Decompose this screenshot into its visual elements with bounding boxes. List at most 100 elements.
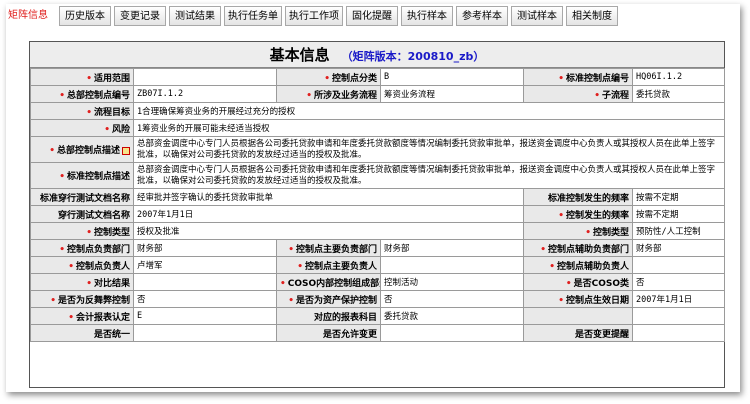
process-goal-value: 1合理确保筹资业务的开展经过充分的授权 xyxy=(133,102,725,120)
table-row: • 控制类型 授权及批准 • 控制类型 预防性/人工控制 xyxy=(30,222,725,240)
anti-fraud-value: 否 xyxy=(133,290,277,308)
table-row: • 是否为反舞弊控制 否 • 是否为资产保护控制 否 • 控制点生效日期 2007年1… xyxy=(30,290,725,308)
coso-component-label: • COSO内部控制组成部分 xyxy=(276,273,381,291)
tab-change-log[interactable]: 变更记录 xyxy=(114,6,166,26)
table-row: 穿行测试文档名称 2007年1月1日 • 控制发生的频率 按需不定期 xyxy=(30,205,725,223)
applicable-scope-value xyxy=(133,68,277,86)
empty-label-cell xyxy=(523,307,633,325)
control-type-label: • 控制类型 xyxy=(30,222,134,240)
main-resp-person-label: • 控制点主要负责人 xyxy=(276,256,381,274)
assist-resp-person-value xyxy=(632,256,725,274)
main-resp-dept-value: 财务部 xyxy=(380,239,524,257)
responsible-dept-label: • 控制点负责部门 xyxy=(30,239,134,257)
tab-bar: 矩阵信息 历史版本 变更记录 测试结果 执行任务单 执行工作项 固化提醒 执行样… xyxy=(6,4,740,30)
table-row: • 风险 1筹资业务的开展可能未经适当授权 xyxy=(30,119,725,137)
table-row: • 总部控制点编号 ZB07I.1.2 • 所涉及业务流程 筹资业务流程 • 子流程 … xyxy=(30,85,725,103)
effective-date-label: • 控制点生效日期 xyxy=(523,290,633,308)
allow-change-value xyxy=(380,324,524,342)
tab-matrix-info[interactable]: 矩阵信息 xyxy=(6,6,50,26)
statement-subject-value: 委托贷款 xyxy=(380,307,524,325)
table-row: 标准穿行测试文档名称 经审批并签字确认的委托贷款审批单 标准控制发生的频率 按需… xyxy=(30,188,725,206)
table-row: 是否统一 是否允许变更 是否变更提醒 xyxy=(30,324,725,342)
hq-control-desc-value: 总部资金调度中心专门人员根据各公司委托贷款申请和年度委托贷款额度等情况编制委托贷… xyxy=(133,136,725,163)
applicable-scope-label: • 适用范围 xyxy=(30,68,134,86)
comparison-result-label: • 对比结果 xyxy=(30,273,134,291)
responsible-person-label: • 控制点负责人 xyxy=(30,256,134,274)
std-control-code-label: • 标准控制点编号 xyxy=(523,68,633,86)
control-freq-label: • 控制发生的频率 xyxy=(523,205,633,223)
hq-control-code-label: • 总部控制点编号 xyxy=(30,85,134,103)
table-row: • 会计报表认定 E 对应的报表科目 委托贷款 xyxy=(30,307,725,325)
tab-history-version[interactable]: 历史版本 xyxy=(59,6,111,26)
tab-fixed-reminder[interactable]: 固化提醒 xyxy=(346,6,398,26)
std-control-code-value: HQ06I.1.2 xyxy=(632,68,725,86)
control-type-value: 授权及批准 xyxy=(133,222,524,240)
is-unified-value xyxy=(133,324,277,342)
is-coso-class-value: 否 xyxy=(632,273,725,291)
business-process-label: • 所涉及业务流程 xyxy=(276,85,381,103)
tab-test-sample[interactable]: 测试样本 xyxy=(511,6,563,26)
allow-change-label: 是否允许变更 xyxy=(276,324,381,342)
walkthrough-doc-label: 穿行测试文档名称 xyxy=(30,205,134,223)
main-resp-dept-label: • 控制点主要负责部门 xyxy=(276,239,381,257)
control-mode-value: 预防性/人工控制 xyxy=(632,222,725,240)
change-reminder-label: 是否变更提醒 xyxy=(523,324,633,342)
statement-subject-label: 对应的报表科目 xyxy=(276,307,381,325)
risk-value: 1筹资业务的开展可能未经适当授权 xyxy=(133,119,725,137)
tab-exec-sample[interactable]: 执行样本 xyxy=(401,6,453,26)
hq-control-code-value: ZB07I.1.2 xyxy=(133,85,277,103)
asset-protect-label: • 是否为资产保护控制 xyxy=(276,290,381,308)
walkthrough-doc-value: 2007年1月1日 xyxy=(133,205,524,223)
table-row: • 总部控制点描述 总部资金调度中心专门人员根据各公司委托贷款申请和年度委托贷款额… xyxy=(30,136,725,163)
responsible-dept-value: 财务部 xyxy=(133,239,277,257)
assist-resp-dept-value: 财务部 xyxy=(632,239,725,257)
risk-label: • 风险 xyxy=(30,119,134,137)
info-table: • 适用范围 • 控制点分类 B • 标准控制点编号 HQ06I.1.2 • 总部控制点… xyxy=(30,68,725,342)
table-row: • 控制点负责人 卢增军 • 控制点主要负责人 • 控制点辅助负责人 xyxy=(30,256,725,274)
table-row: • 流程目标 1合理确保筹资业务的开展经过充分的授权 xyxy=(30,102,725,120)
change-reminder-value xyxy=(632,324,725,342)
table-row: • 控制点负责部门 财务部 • 控制点主要负责部门 财务部 • 控制点辅助负责部门 财… xyxy=(30,239,725,257)
process-goal-label: • 流程目标 xyxy=(30,102,134,120)
std-control-desc-value: 总部资金调度中心专门人员根据各公司委托贷款申请和年度委托贷款额度等情况编制委托贷… xyxy=(133,162,725,189)
control-category-value: B xyxy=(380,68,524,86)
table-row: • 适用范围 • 控制点分类 B • 标准控制点编号 HQ06I.1.2 xyxy=(30,68,725,86)
effective-date-value: 2007年1月1日 xyxy=(632,290,725,308)
control-freq-value: 按需不定期 xyxy=(632,205,725,223)
tab-reference-sample[interactable]: 参考样本 xyxy=(456,6,508,26)
table-row: • 标准控制点描述 总部资金调度中心专门人员根据各公司委托贷款申请和年度委托贷款额… xyxy=(30,162,725,189)
hq-control-desc-label: • 总部控制点描述 xyxy=(30,136,134,163)
is-unified-label: 是否统一 xyxy=(30,324,134,342)
empty-value-cell xyxy=(632,307,725,325)
matrix-version: （矩阵版本：200810_zb） xyxy=(341,50,485,63)
assist-resp-person-label: • 控制点辅助负责人 xyxy=(523,256,633,274)
tab-test-results[interactable]: 测试结果 xyxy=(169,6,221,26)
tab-task-order[interactable]: 执行任务单 xyxy=(224,6,282,26)
sub-process-value: 委托贷款 xyxy=(632,85,725,103)
std-control-freq-label: 标准控制发生的频率 xyxy=(523,188,633,206)
std-walkthrough-doc-value: 经审批并签字确认的委托贷款审批单 xyxy=(133,188,524,206)
asset-protect-value: 否 xyxy=(380,290,524,308)
sub-process-label: • 子流程 xyxy=(523,85,633,103)
form-header: 基本信息 （矩阵版本：200810_zb） xyxy=(30,42,724,68)
comparison-result-value xyxy=(133,273,277,291)
control-category-label: • 控制点分类 xyxy=(276,68,381,86)
coso-component-value: 控制活动 xyxy=(380,273,524,291)
business-process-value: 筹资业务流程 xyxy=(380,85,524,103)
window-frame: 矩阵信息 历史版本 变更记录 测试结果 执行任务单 执行工作项 固化提醒 执行样… xyxy=(6,4,740,392)
assist-resp-dept-label: • 控制点辅助负责部门 xyxy=(523,239,633,257)
std-control-freq-value: 按需不定期 xyxy=(632,188,725,206)
statement-assertion-label: • 会计报表认定 xyxy=(30,307,134,325)
main-resp-person-value xyxy=(380,256,524,274)
anti-fraud-label: • 是否为反舞弊控制 xyxy=(30,290,134,308)
basic-info-form: 基本信息 （矩阵版本：200810_zb） • 适用范围 • 控制点分类 B • 标准控… xyxy=(29,41,725,388)
page-title: 基本信息 xyxy=(269,46,330,64)
control-mode-label: • 控制类型 xyxy=(523,222,633,240)
edit-note-icon[interactable] xyxy=(122,146,130,155)
responsible-person-value: 卢增军 xyxy=(133,256,277,274)
tab-work-items[interactable]: 执行工作项 xyxy=(285,6,343,26)
tab-related-policy[interactable]: 相关制度 xyxy=(566,6,618,26)
std-control-desc-label: • 标准控制点描述 xyxy=(30,162,134,189)
statement-assertion-value: E xyxy=(133,307,277,325)
std-walkthrough-doc-label: 标准穿行测试文档名称 xyxy=(30,188,134,206)
